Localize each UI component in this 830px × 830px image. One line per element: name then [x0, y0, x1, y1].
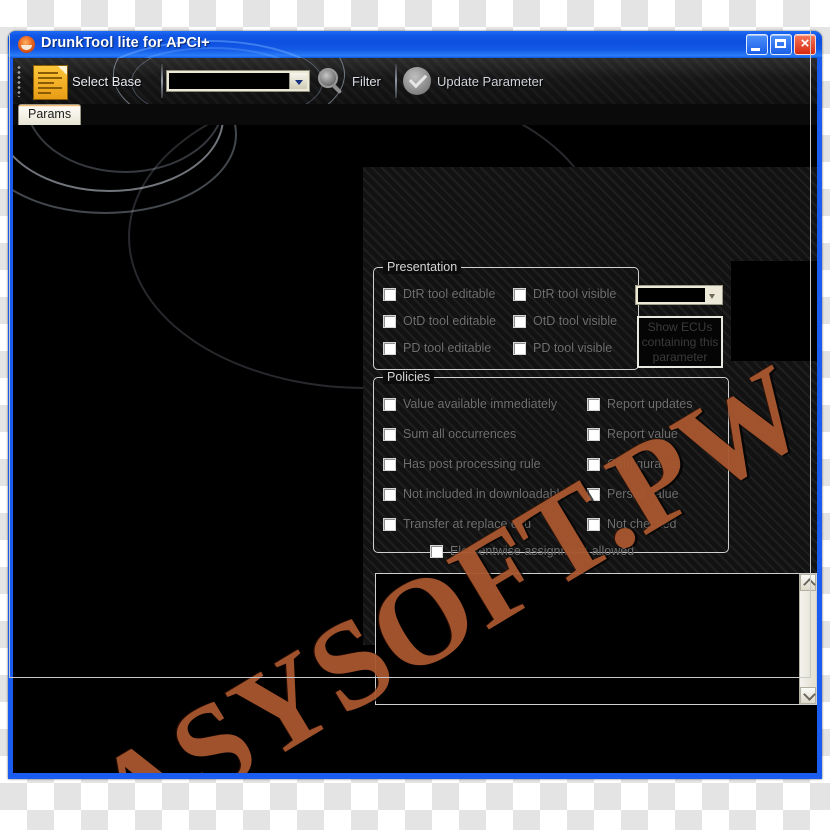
checkbox-label: Report value — [607, 427, 678, 441]
checkbox-otd-tool-visible[interactable]: OtD tool visible — [513, 314, 617, 328]
checkbox-not-checked[interactable]: Not checked — [587, 517, 676, 531]
checkbox-label: PD tool editable — [403, 341, 492, 355]
toolbar-gripper[interactable] — [17, 65, 21, 97]
tab-strip: Params — [13, 104, 817, 125]
chevron-up-icon[interactable] — [800, 574, 816, 591]
checkbox-label: Sum all occurrences — [403, 427, 517, 441]
document-list-icon — [33, 65, 68, 100]
close-icon: × — [800, 35, 810, 52]
chevron-down-icon[interactable] — [289, 73, 307, 89]
check-circle-icon[interactable] — [403, 67, 431, 95]
checkbox-box[interactable] — [383, 341, 396, 355]
checkbox-persist-value[interactable]: Persist value — [587, 487, 679, 501]
checkbox-otd-tool-editable[interactable]: OtD tool editable — [383, 314, 496, 328]
filter-label[interactable]: Filter — [352, 74, 381, 89]
checkbox-not-included-in-downloadable[interactable]: Not included in downloadable — [383, 487, 566, 501]
client-decoration-arc-1 — [13, 125, 224, 192]
checkbox-box[interactable] — [383, 487, 396, 501]
checkbox-box[interactable] — [587, 457, 600, 471]
checkbox-label: Value available immediately — [403, 397, 558, 411]
window-title: DrunkTool lite for APCI+ — [41, 35, 210, 51]
close-button[interactable]: × — [794, 34, 816, 55]
select-base-label[interactable]: Select Base — [72, 74, 141, 89]
toolbar-separator-2 — [395, 64, 397, 98]
checkbox-box[interactable] — [383, 427, 396, 441]
client-area: Presentation DtR tool editable DtR tool … — [13, 125, 817, 773]
client-decoration-arc-3 — [25, 125, 225, 173]
checkbox-box[interactable] — [587, 397, 600, 411]
checkbox-box[interactable] — [430, 544, 443, 558]
checkbox-sum-all-occurrences[interactable]: Sum all occurrences — [383, 427, 516, 441]
checkbox-label: Configurable — [607, 457, 678, 471]
window-controls: × — [746, 34, 816, 55]
window-border-right — [817, 31, 822, 779]
checkbox-label: DtR tool visible — [533, 287, 617, 301]
side-combobox[interactable] — [635, 285, 723, 305]
checkbox-box[interactable] — [383, 397, 396, 411]
checkbox-box[interactable] — [383, 314, 396, 328]
checkbox-report-value[interactable]: Report value — [587, 427, 678, 441]
checkbox-label: Elementwise assignment allowed — [450, 544, 635, 558]
checkbox-dtr-tool-editable[interactable]: DtR tool editable — [383, 287, 495, 301]
checkbox-label: DtR tool editable — [403, 287, 496, 301]
checkbox-label: Not checked — [607, 517, 677, 531]
application-window: DrunkTool lite for APCI+ × Select Base F… — [8, 31, 822, 779]
checkbox-dtr-tool-visible[interactable]: DtR tool visible — [513, 287, 616, 301]
update-parameter-label[interactable]: Update Parameter — [437, 74, 543, 89]
checkbox-value-available-immediately[interactable]: Value available immediately — [383, 397, 557, 411]
checkbox-pd-tool-editable[interactable]: PD tool editable — [383, 341, 491, 355]
side-black-panel — [731, 261, 817, 361]
checkbox-box[interactable] — [513, 287, 526, 301]
window-border-bottom — [8, 773, 822, 779]
parameter-list-box[interactable] — [375, 573, 817, 705]
checkbox-box[interactable] — [383, 457, 396, 471]
checkbox-box[interactable] — [383, 287, 396, 301]
list-vertical-scrollbar[interactable] — [799, 574, 816, 704]
scrollbar-track[interactable] — [800, 591, 816, 687]
policies-groupbox: Policies Value available immediately Rep… — [373, 370, 729, 558]
minimize-button[interactable] — [746, 34, 768, 55]
checkbox-box[interactable] — [383, 517, 396, 531]
base-combobox-value[interactable] — [169, 73, 289, 89]
maximize-button[interactable] — [770, 34, 792, 55]
checkbox-label: OtD tool visible — [533, 314, 618, 328]
chevron-down-icon[interactable] — [705, 288, 720, 302]
checkbox-label: PD tool visible — [533, 341, 613, 355]
checkbox-box[interactable] — [587, 517, 600, 531]
presentation-groupbox-title: Presentation — [383, 260, 462, 274]
checkbox-transfer-at-replace-ecu[interactable]: Transfer at replace ecu — [383, 517, 531, 531]
chevron-down-icon[interactable] — [800, 687, 816, 704]
drunktool-app-icon — [18, 36, 35, 53]
checkbox-label: Transfer at replace ecu — [403, 517, 532, 531]
checkbox-label: Not included in downloadable — [403, 487, 567, 501]
checkbox-label: Persist value — [607, 487, 679, 501]
presentation-groupbox: Presentation DtR tool editable DtR tool … — [373, 260, 639, 370]
checkbox-report-updates[interactable]: Report updates — [587, 397, 692, 411]
checkbox-box[interactable] — [587, 427, 600, 441]
policies-groupbox-title: Policies — [383, 370, 435, 384]
checkbox-label: OtD tool editable — [403, 314, 497, 328]
checkbox-has-post-processing-rule[interactable]: Has post processing rule — [383, 457, 541, 471]
show-ecus-button[interactable]: Show ECUs containing this parameter — [637, 316, 723, 368]
title-bar[interactable]: DrunkTool lite for APCI+ × — [8, 31, 822, 164]
toolbar-separator-1 — [161, 64, 163, 98]
base-combobox[interactable] — [166, 70, 310, 92]
main-toolbar: Select Base Filter Update Parameter — [13, 58, 817, 104]
checkbox-elementwise-assignment-allowed[interactable]: Elementwise assignment allowed — [430, 544, 634, 558]
checkbox-label: Report updates — [607, 397, 693, 411]
checkbox-configurable[interactable]: Configurable — [587, 457, 678, 471]
checkbox-box[interactable] — [587, 487, 600, 501]
screenshot-root: DrunkTool lite for APCI+ × Select Base F… — [0, 0, 830, 830]
checkbox-box[interactable] — [513, 341, 526, 355]
magnifier-icon[interactable] — [318, 68, 345, 95]
checkbox-label: Has post processing rule — [403, 457, 541, 471]
client-decoration-arc-2 — [13, 125, 237, 214]
checkbox-pd-tool-visible[interactable]: PD tool visible — [513, 341, 612, 355]
checkbox-box[interactable] — [513, 314, 526, 328]
tab-params[interactable]: Params — [18, 104, 82, 125]
side-combobox-value[interactable] — [638, 288, 705, 302]
